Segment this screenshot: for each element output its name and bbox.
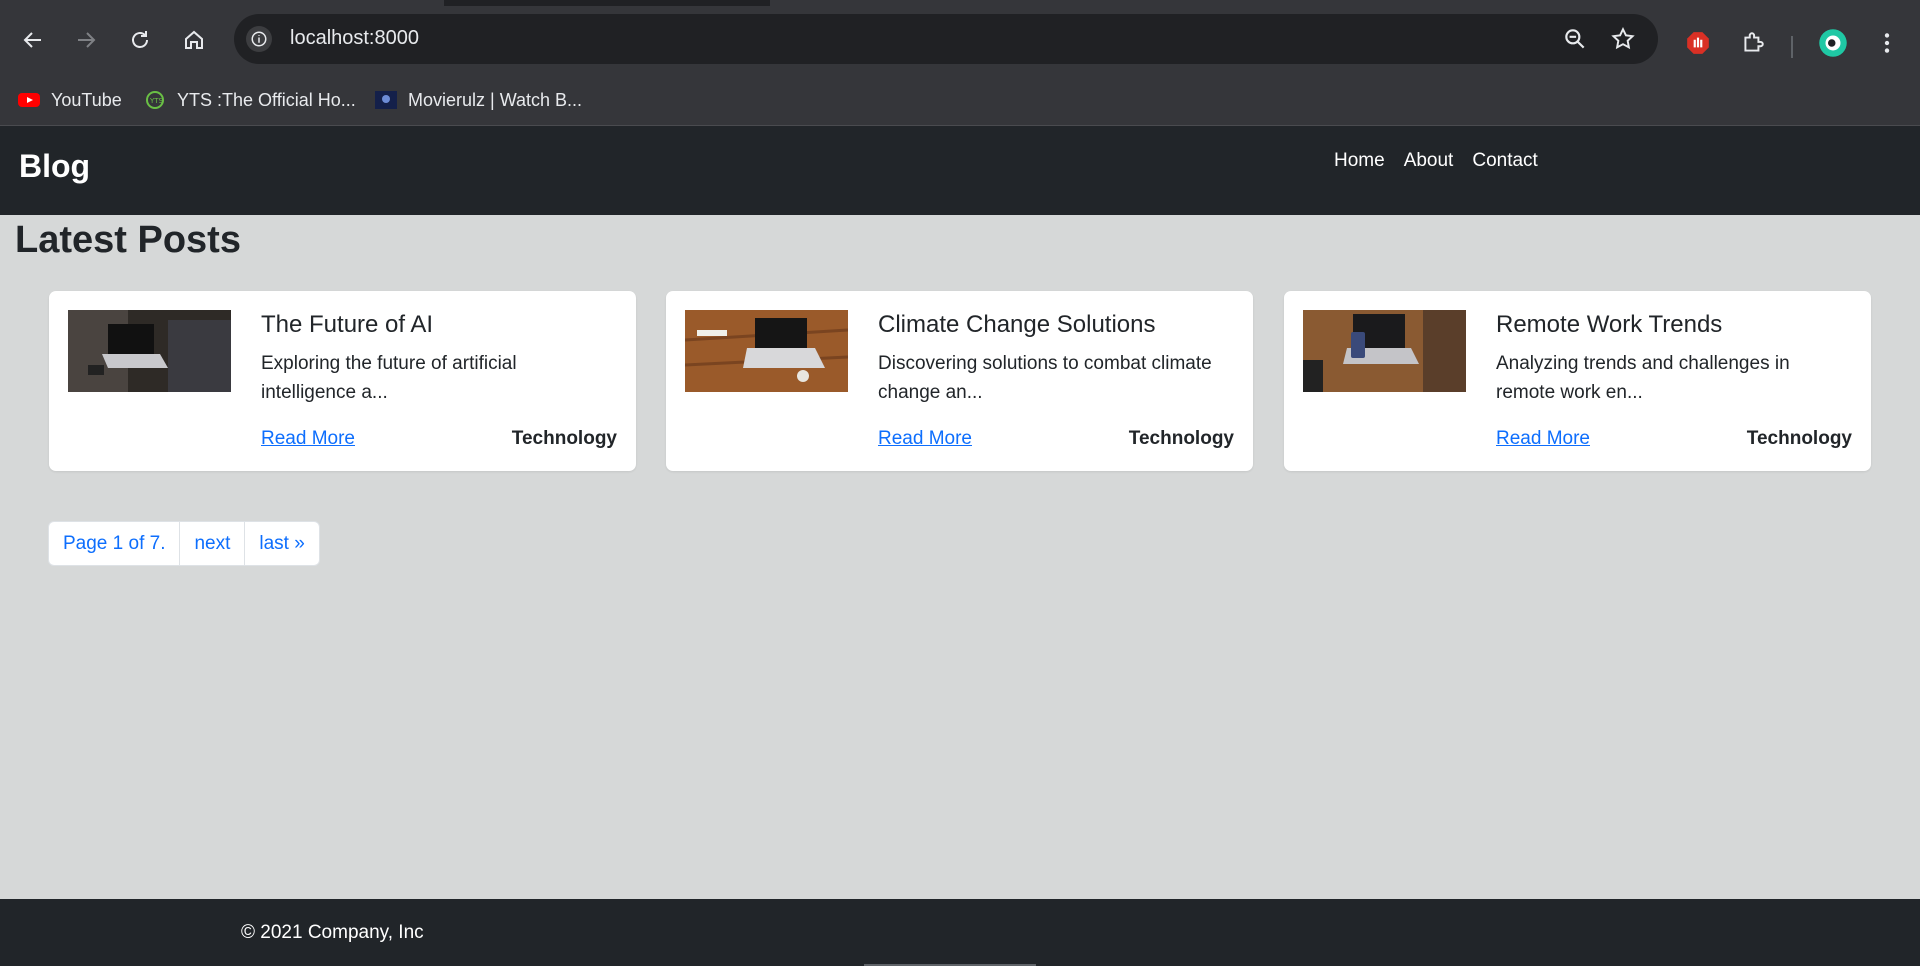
pagination: Page 1 of 7. next last » bbox=[48, 521, 320, 566]
browser-toolbar: localhost:8000 bbox=[0, 6, 1920, 74]
read-more-link[interactable]: Read More bbox=[878, 428, 972, 450]
nav-about[interactable]: About bbox=[1404, 150, 1454, 172]
ad-block-extension-icon[interactable] bbox=[1683, 28, 1713, 58]
yts-icon: YTS bbox=[146, 91, 164, 109]
post-category: Technology bbox=[1128, 428, 1234, 449]
home-icon[interactable] bbox=[179, 25, 209, 55]
read-more-link[interactable]: Read More bbox=[1496, 428, 1590, 450]
post-title: The Future of AI bbox=[261, 311, 434, 338]
post-category: Technology bbox=[1746, 428, 1852, 449]
site-footer: © 2021 Company, Inc bbox=[0, 899, 1920, 966]
pagination-last[interactable]: last » bbox=[245, 522, 318, 565]
address-url[interactable]: localhost:8000 bbox=[290, 27, 419, 50]
post-thumbnail bbox=[1303, 310, 1466, 392]
nav-home[interactable]: Home bbox=[1334, 150, 1385, 172]
bookmark-label: Movierulz | Watch B... bbox=[408, 89, 583, 110]
read-more-link[interactable]: Read More bbox=[261, 428, 355, 450]
post-excerpt: Discovering solutions to combat climate … bbox=[878, 353, 1212, 403]
main-nav: Home About Contact bbox=[1334, 150, 1557, 172]
page-title: Latest Posts bbox=[15, 219, 241, 261]
site-header: Blog Home About Contact bbox=[0, 126, 1920, 215]
bookmark-yts[interactable]: YTS YTS :The Official Ho... bbox=[144, 86, 356, 114]
back-icon[interactable] bbox=[18, 25, 48, 55]
bookmark-label: YouTube bbox=[51, 89, 122, 110]
menu-kebab-icon[interactable] bbox=[1872, 28, 1902, 58]
post-title: Climate Change Solutions bbox=[878, 311, 1156, 338]
zoom-icon[interactable] bbox=[1562, 26, 1588, 57]
post-thumbnail bbox=[685, 310, 848, 392]
pagination-next[interactable]: next bbox=[180, 522, 246, 565]
post-card: The Future of AI Exploring the future of… bbox=[49, 291, 636, 471]
svg-text:YTS: YTS bbox=[149, 97, 164, 105]
post-excerpt: Analyzing trends and challenges in remot… bbox=[1496, 353, 1790, 403]
post-thumbnail bbox=[68, 310, 231, 392]
post-card: Climate Change Solutions Discovering sol… bbox=[666, 291, 1253, 471]
bookmark-movierulz[interactable]: Movierulz | Watch B... bbox=[375, 86, 582, 114]
toolbar-divider bbox=[1791, 36, 1793, 58]
post-title: Remote Work Trends bbox=[1496, 311, 1723, 338]
youtube-icon bbox=[18, 93, 40, 107]
address-bar[interactable]: localhost:8000 bbox=[234, 14, 1658, 64]
bookmark-youtube[interactable]: YouTube bbox=[18, 86, 122, 114]
brand-logo[interactable]: Blog bbox=[19, 148, 90, 185]
extensions-puzzle-icon[interactable] bbox=[1738, 28, 1768, 58]
forward-icon[interactable] bbox=[71, 25, 101, 55]
profile-avatar-icon[interactable] bbox=[1818, 28, 1848, 58]
movierulz-icon bbox=[375, 91, 397, 109]
pagination-status: Page 1 of 7. bbox=[49, 522, 181, 565]
footer-copyright: © 2021 Company, Inc bbox=[241, 922, 424, 943]
site-info-icon[interactable] bbox=[246, 26, 272, 52]
nav-contact[interactable]: Contact bbox=[1472, 150, 1537, 172]
bookmarks-bar: YouTube YTS YTS :The Official Ho... Movi… bbox=[0, 74, 1920, 126]
post-excerpt: Exploring the future of artificial intel… bbox=[261, 353, 517, 403]
reload-icon[interactable] bbox=[125, 25, 155, 55]
post-card: Remote Work Trends Analyzing trends and … bbox=[1284, 291, 1871, 471]
bookmark-star-icon[interactable] bbox=[1610, 26, 1636, 57]
bookmark-label: YTS :The Official Ho... bbox=[177, 89, 356, 110]
post-category: Technology bbox=[511, 428, 617, 449]
